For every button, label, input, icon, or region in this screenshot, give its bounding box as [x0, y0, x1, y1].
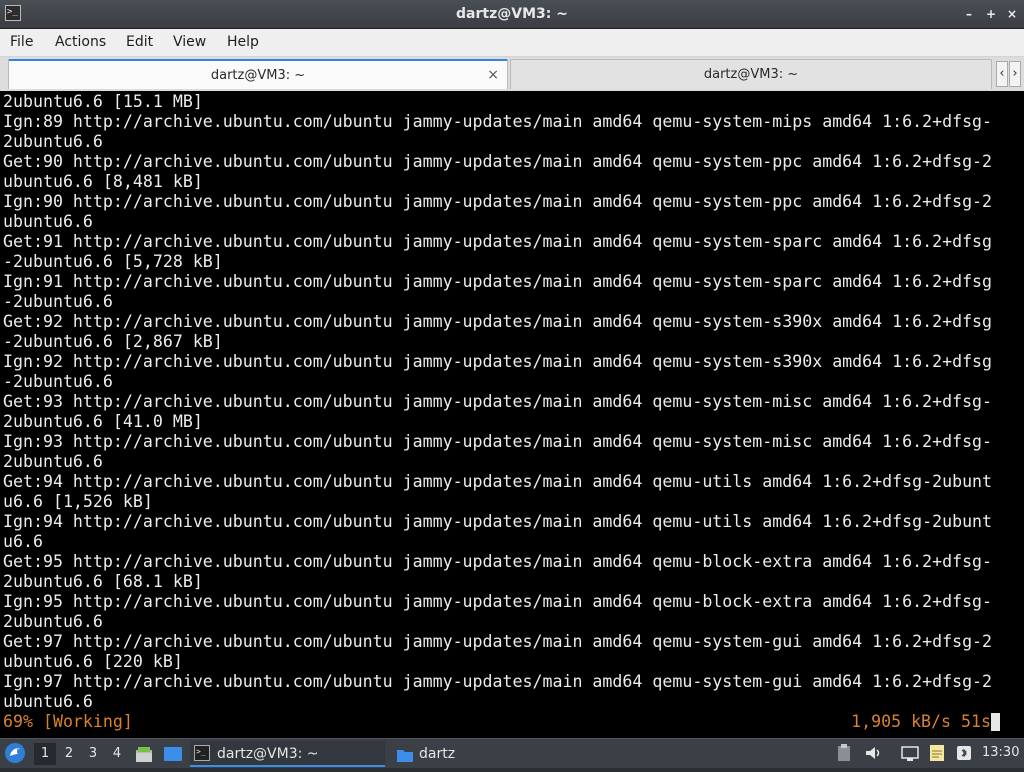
folder-icon — [396, 746, 414, 762]
terminal-line: Ign:93 http://archive.ubuntu.com/ubuntu … — [3, 432, 993, 451]
terminal-line: Get:95 http://archive.ubuntu.com/ubuntu … — [3, 552, 993, 571]
tab-terminal-2[interactable]: dartz@VM3: ~ — [510, 59, 992, 89]
terminal-line: Ign:97 http://archive.ubuntu.com/ubuntu … — [3, 672, 993, 691]
terminal-line: Ign:95 http://archive.ubuntu.com/ubuntu … — [3, 592, 993, 611]
terminal-line: Get:91 http://archive.ubuntu.com/ubuntu … — [3, 232, 993, 251]
tab-scroll-left-button[interactable]: ‹ — [996, 61, 1008, 87]
workspace-1[interactable]: 1 — [34, 743, 56, 765]
window-title: dartz@VM3: ~ — [456, 6, 568, 22]
terminal-line: Get:90 http://archive.ubuntu.com/ubuntu … — [3, 152, 993, 171]
taskbar-item-label: dartz@VM3: ~ — [217, 746, 319, 762]
start-menu-icon[interactable] — [4, 742, 26, 764]
menu-edit[interactable]: Edit — [126, 29, 153, 56]
taskbar-item-terminal[interactable]: >_ dartz@VM3: ~ — [190, 741, 385, 767]
tab-bar: dartz@VM3: ~ × dartz@VM3: ~ ‹ › — [0, 57, 1024, 91]
apt-download-rate: 1,905 kB/s 51s — [851, 712, 991, 731]
terminal-line: 2ubuntu6.6 — [3, 452, 103, 471]
terminal-line: Ign:94 http://archive.ubuntu.com/ubuntu … — [3, 512, 993, 531]
terminal-line: Ign:90 http://archive.ubuntu.com/ubuntu … — [3, 192, 993, 211]
terminal-line: Get:93 http://archive.ubuntu.com/ubuntu … — [3, 392, 993, 411]
terminal-view[interactable]: 2ubuntu6.6 [15.1 MB] Ign:89 http://archiv… — [0, 91, 1024, 738]
terminal-line: 2ubuntu6.6 [68.1 kB] — [3, 572, 203, 591]
taskbar-panel: 1 2 3 4 >_ dartz@VM3: ~ dartz 13:30 — [0, 738, 1024, 768]
terminal-line: Ign:89 http://archive.ubuntu.com/ubuntu … — [3, 112, 993, 131]
terminal-line: Get:97 http://archive.ubuntu.com/ubuntu … — [3, 632, 993, 651]
clipboard-icon[interactable] — [836, 743, 852, 763]
terminal-line: Get:92 http://archive.ubuntu.com/ubuntu … — [3, 312, 993, 331]
terminal-line: Ign:91 http://archive.ubuntu.com/ubuntu … — [3, 272, 993, 291]
tab-terminal-1[interactable]: dartz@VM3: ~ × — [8, 59, 508, 89]
workspace-2[interactable]: 2 — [58, 743, 80, 765]
workspace-4[interactable]: 4 — [106, 743, 128, 765]
terminal-line: u6.6 [1,526 kB] — [3, 492, 153, 511]
show-desktop-icon[interactable] — [162, 744, 184, 764]
taskbar-item-folder[interactable]: dartz — [392, 741, 512, 767]
terminal-line: -2ubuntu6.6 — [3, 372, 113, 391]
terminal-line: Ign:92 http://archive.ubuntu.com/ubuntu … — [3, 352, 993, 371]
terminal-line: 2ubuntu6.6 [41.0 MB] — [3, 412, 203, 431]
window-title-bar[interactable]: >_ dartz@VM3: ~ – + × — [0, 0, 1024, 29]
apt-progress-status: 69% [Working] — [3, 712, 133, 731]
tab-label: dartz@VM3: ~ — [210, 68, 306, 83]
close-tab-icon[interactable]: × — [487, 61, 499, 90]
tab-label: dartz@VM3: ~ — [703, 67, 799, 82]
close-window-button[interactable]: × — [1005, 7, 1019, 21]
notes-icon[interactable] — [927, 743, 947, 763]
file-manager-launcher-icon[interactable] — [134, 744, 154, 764]
terminal-line: ubuntu6.6 [220 kB] — [3, 652, 183, 671]
terminal-line: -2ubuntu6.6 — [3, 292, 113, 311]
menu-help[interactable]: Help — [227, 29, 259, 56]
volume-icon[interactable] — [863, 743, 883, 763]
minimize-button[interactable]: – — [962, 7, 976, 21]
menu-view[interactable]: View — [173, 29, 206, 56]
terminal-line: 2ubuntu6.6 [15.1 MB] — [3, 92, 203, 111]
terminal-icon: >_ — [194, 745, 210, 761]
tab-scroll-right-button[interactable]: › — [1009, 61, 1021, 87]
menu-bar: File Actions Edit View Help — [0, 29, 1024, 57]
terminal-line: Get:94 http://archive.ubuntu.com/ubuntu … — [3, 472, 993, 491]
terminal-line: ubuntu6.6 [8,481 kB] — [3, 172, 203, 191]
terminal-line: u6.6 — [3, 532, 43, 551]
taskbar-item-label: dartz — [419, 746, 456, 762]
terminal-line: -2ubuntu6.6 [2,867 kB] — [3, 332, 223, 351]
terminal-line: 2ubuntu6.6 — [3, 132, 103, 151]
network-icon[interactable] — [900, 743, 920, 763]
terminal-line: ubuntu6.6 — [3, 212, 93, 231]
bluetooth-icon[interactable] — [953, 743, 975, 763]
clock[interactable]: 13:30 — [982, 739, 1019, 767]
menu-actions[interactable]: Actions — [55, 29, 106, 56]
maximize-button[interactable]: + — [984, 7, 998, 21]
terminal-line: -2ubuntu6.6 [5,728 kB] — [3, 252, 223, 271]
terminal-line: 2ubuntu6.6 — [3, 612, 103, 631]
terminal-output: 2ubuntu6.6 [15.1 MB] Ign:89 http://archiv… — [3, 92, 992, 712]
workspace-3[interactable]: 3 — [82, 743, 104, 765]
menu-file[interactable]: File — [10, 29, 33, 56]
terminal-line: ubuntu6.6 — [3, 692, 93, 711]
terminal-cursor — [991, 713, 1000, 731]
